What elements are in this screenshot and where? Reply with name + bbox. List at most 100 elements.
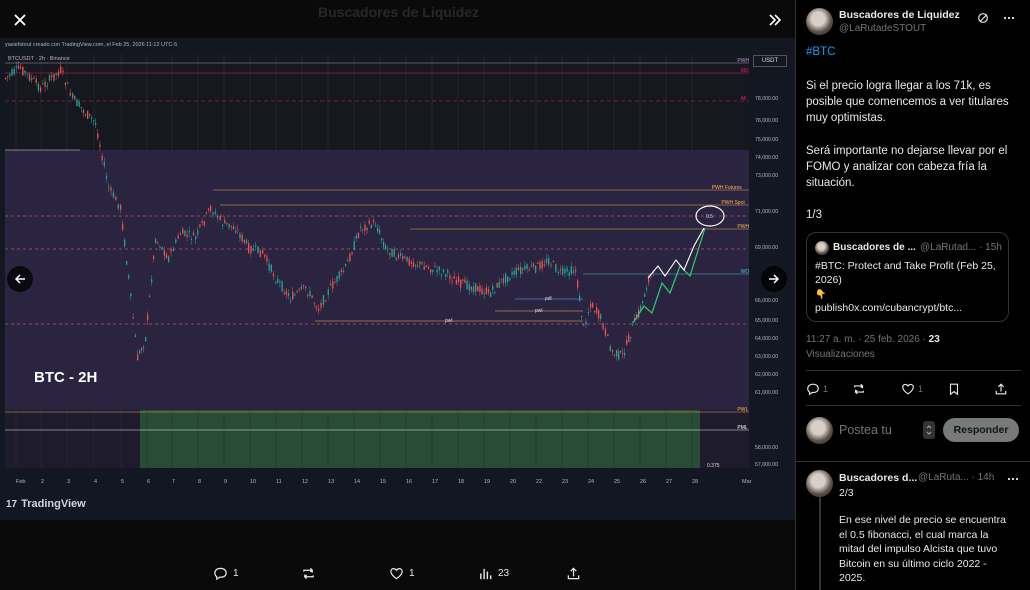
reply-icon (214, 567, 227, 581)
x-tick-label: Feb (16, 479, 25, 485)
tradingview-icon: 17 (6, 498, 18, 510)
viewer-like-button[interactable]: 1 (389, 566, 415, 581)
media-viewer: Buscadores de Liquidez PWHMO78,741.90AF7… (0, 0, 795, 590)
previous-media-button[interactable] (7, 266, 33, 292)
y-tick-label: 74,000.00 (755, 155, 778, 161)
reply-author-name[interactable]: Buscadores d... (839, 472, 917, 484)
post-paragraph-1: Si el precio logra llegar a los 71k, es … (806, 80, 1009, 124)
heart-icon (390, 568, 403, 580)
grok-icon (978, 13, 988, 23)
like-button[interactable]: 1 (901, 382, 923, 396)
chart-annotation: pdl (545, 296, 552, 302)
post-paragraph-2: Será importante no dejarse llevar por el… (806, 145, 1008, 189)
close-icon (14, 14, 26, 26)
arrow-right-icon (769, 274, 780, 284)
x-tick-label: 5 (121, 479, 124, 485)
next-media-button[interactable] (761, 266, 787, 292)
expand-composer-button[interactable] (923, 421, 935, 439)
x-tick-label: 11 (276, 479, 282, 485)
x-tick-label: 4 (94, 479, 97, 485)
x-tick-label: 7 (172, 479, 175, 485)
author-handle[interactable]: @LaRutadeSTOUT (839, 23, 926, 34)
y-tick-label: 62,000.00 (755, 372, 778, 378)
share-icon (995, 383, 1007, 395)
collapse-panel-button[interactable] (760, 5, 790, 35)
divider (806, 370, 1021, 371)
viewer-share-button[interactable] (566, 566, 581, 581)
viewer-repost-button[interactable] (301, 566, 316, 581)
hashtag-link[interactable]: #BTC (806, 46, 835, 58)
reply-icon (807, 383, 819, 396)
x-tick-label: 9 (224, 479, 227, 485)
x-tick-label: Mar (742, 479, 752, 485)
arrow-left-icon (14, 274, 25, 284)
avatar[interactable] (806, 8, 833, 35)
x-tick-label: 12 (302, 479, 308, 485)
avatar[interactable] (806, 470, 833, 497)
currency-label: USDT (753, 55, 787, 67)
divider (806, 405, 1021, 406)
post-paragraph-3: 1/3 (806, 209, 822, 221)
views-chart-icon (480, 568, 492, 580)
chart-annotation: pwl (445, 318, 453, 324)
level-label: PWH Futuros (712, 185, 743, 191)
viewer-views-count: 23 (498, 568, 510, 579)
reply-input[interactable]: Postea tu (839, 423, 892, 437)
reply-author-handle[interactable]: @LaRuta... · 14h (918, 472, 994, 483)
post-panel: Buscadores de Liquidez @LaRutadeSTOUT #B… (795, 0, 1030, 590)
heart-icon (902, 383, 914, 395)
tradingview-footer: 17 TradingView (0, 495, 795, 520)
more-icon (1007, 477, 1019, 481)
viewer-views-button[interactable]: 23 (478, 566, 509, 581)
views-label: Visualizaciones (806, 349, 875, 360)
chart-annotation: 0.375 (707, 463, 720, 469)
share-button[interactable] (994, 382, 1008, 396)
bookmark-button[interactable] (947, 382, 961, 396)
x-tick-label: 8 (198, 479, 201, 485)
x-tick-label: 17 (432, 479, 438, 485)
repost-icon (854, 383, 864, 395)
quote-handle: @LaRutad... · 15h (920, 242, 1002, 253)
y-tick-label: 63,000.00 (755, 354, 778, 360)
y-tick-label: 58,000.00 (755, 445, 778, 451)
y-tick-label: 73,000.00 (755, 173, 778, 179)
repost-button[interactable] (852, 382, 866, 396)
x-tick-label: 22 (536, 479, 542, 485)
more-icon (1003, 16, 1015, 20)
reply-more-options-button[interactable] (1006, 472, 1020, 486)
x-tick-label: 27 (666, 479, 672, 485)
background-title: Buscadores de Liquidez (318, 4, 480, 20)
reply-submit-button[interactable]: Responder (943, 418, 1019, 442)
grok-button[interactable] (976, 11, 990, 25)
post-time[interactable]: 11:27 a. m. · 25 feb. 2026 · (806, 334, 929, 345)
y-tick-label: 66,000.00 (755, 298, 778, 304)
chart-symbol: BTCUSDT · 2h · Binance (8, 56, 70, 62)
x-tick-label: 23 (562, 479, 568, 485)
double-chevron-right-icon (769, 14, 782, 26)
expand-icon (926, 425, 932, 435)
more-options-button[interactable] (1002, 11, 1016, 25)
close-button[interactable] (5, 5, 35, 35)
quote-body: #BTC: Protect and Take Profit (Feb 25, 2… (815, 259, 1005, 315)
share-icon (567, 567, 580, 580)
reply-button[interactable]: 1 (806, 382, 828, 396)
quote-avatar (815, 241, 829, 255)
y-tick-label: 64,000.00 (755, 336, 778, 342)
y-tick-label: 57,000.00 (755, 462, 778, 468)
viewer-reply-count: 1 (233, 568, 239, 579)
repost-icon (303, 567, 314, 580)
y-tick-label: 78,000.00 (755, 96, 778, 102)
reply-thread-number: 2/3 (839, 487, 854, 499)
post-timestamp: 11:27 a. m. · 25 feb. 2026 · 23 (806, 334, 940, 345)
viewer-reply-button[interactable]: 1 (213, 566, 239, 581)
x-tick-label: 25 (614, 479, 620, 485)
x-tick-label: 18 (458, 479, 464, 485)
author-name[interactable]: Buscadores de Liquidez (839, 9, 960, 21)
quoted-post[interactable]: Buscadores de ... @LaRutad... · 15h #BTC… (806, 232, 1009, 322)
tradingview-logo: 17 TradingView (6, 498, 86, 510)
post-views-count: 23 (928, 334, 940, 345)
level-label: PWL (737, 407, 748, 413)
divider (796, 461, 1030, 462)
avatar (806, 417, 833, 444)
thread-line (819, 497, 821, 590)
